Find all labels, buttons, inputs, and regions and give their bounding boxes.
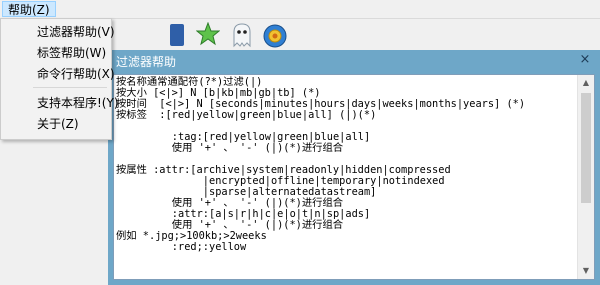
help-line: :red;:yellow: [116, 241, 247, 253]
close-icon[interactable]: ×: [578, 53, 592, 67]
scroll-up-icon[interactable]: ▲: [578, 75, 594, 91]
help-line: 使用 '+' 、 '-' (|)(*)进行组合: [116, 142, 344, 154]
star-icon[interactable]: [195, 21, 221, 46]
vertical-scrollbar[interactable]: ▲ ▼: [577, 75, 594, 279]
menu-item-tag-help[interactable]: 标签帮助(W): [37, 43, 106, 63]
menubar: 帮助(Z): [0, 0, 600, 19]
filter-help-dialog: 过滤器帮助 × 按名称通常通配符(?*)过滤(|) 按大小 [<|>] N [b|…: [108, 50, 600, 285]
help-text-box: 按名称通常通配符(?*)过滤(|) 按大小 [<|>] N [b|kb|mb|gb…: [113, 74, 595, 280]
menu-item-cmdline-help[interactable]: 命令行帮助(X): [37, 64, 115, 84]
dialog-title: 过滤器帮助: [116, 55, 177, 69]
menu-item-about[interactable]: 关于(Z): [37, 114, 79, 134]
ghost-icon[interactable]: [230, 22, 252, 48]
scroll-thumb[interactable]: [581, 93, 591, 203]
menu-item-support[interactable]: 支持本程序!(Y): [37, 93, 119, 113]
scroll-down-icon[interactable]: ▼: [578, 263, 594, 279]
dialog-titlebar[interactable]: 过滤器帮助 ×: [108, 50, 600, 72]
help-menu[interactable]: 帮助(Z): [2, 1, 56, 17]
menu-separator: [33, 87, 107, 88]
menu-item-filter-help[interactable]: 过滤器帮助(V): [37, 22, 115, 42]
help-dropdown: 过滤器帮助(V) 标签帮助(W) 命令行帮助(X) 支持本程序!(Y) 关于(Z…: [0, 18, 119, 140]
help-text: 按名称通常通配符(?*)过滤(|) 按大小 [<|>] N [b|kb|mb|gb…: [114, 75, 578, 279]
gear-icon[interactable]: [262, 23, 287, 48]
help-line: 按标签 :[red|yellow|green|blue|all] (|)(*): [116, 109, 377, 121]
toolbar-blue-icon[interactable]: [170, 24, 184, 46]
